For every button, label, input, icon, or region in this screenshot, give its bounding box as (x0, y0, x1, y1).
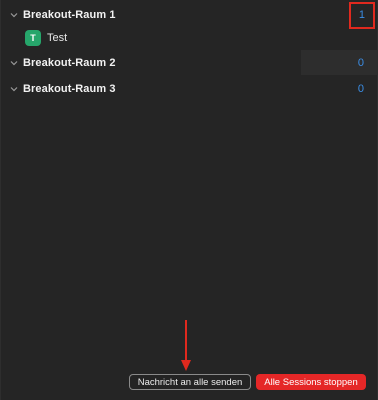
stop-all-sessions-button[interactable]: Alle Sessions stoppen (256, 374, 366, 390)
message-all-button[interactable]: Nachricht an alle senden (129, 374, 251, 390)
footer-actions: Nachricht an alle senden Alle Sessions s… (1, 374, 378, 392)
room-name: Breakout-Raum 2 (23, 56, 116, 69)
room-row-2[interactable]: Breakout-Raum 2 0 (1, 50, 378, 75)
chevron-down-icon[interactable] (9, 10, 19, 20)
avatar: T (25, 30, 41, 46)
room-participant-count: 0 (357, 56, 364, 69)
arrow-down-icon (179, 320, 193, 372)
participant-row[interactable]: T Test (1, 28, 378, 50)
participant-name: Test (47, 32, 68, 44)
breakout-rooms-panel: Breakout-Raum 1 1 T Test Breakout-Raum 2… (0, 0, 378, 400)
chevron-right-icon[interactable] (9, 84, 19, 94)
room-participant-count: 0 (357, 82, 364, 95)
room-row-1[interactable]: Breakout-Raum 1 1 (1, 2, 378, 27)
room-row-3[interactable]: Breakout-Raum 3 0 (1, 76, 378, 101)
annotation-highlight-box (349, 2, 375, 29)
room-name: Breakout-Raum 1 (23, 8, 116, 21)
chevron-right-icon[interactable] (9, 58, 19, 68)
room-name: Breakout-Raum 3 (23, 82, 116, 95)
